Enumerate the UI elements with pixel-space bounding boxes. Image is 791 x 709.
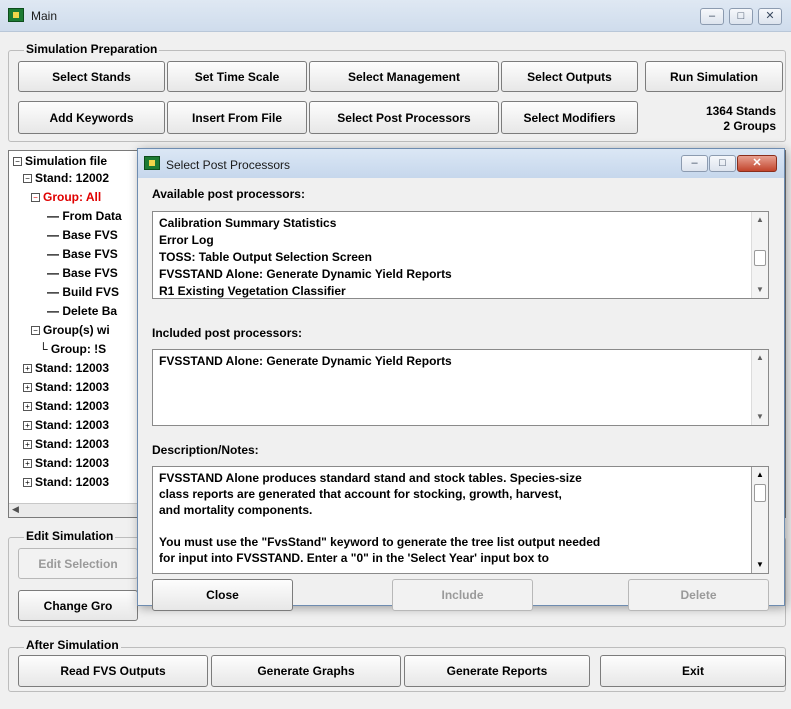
available-post-processors-list[interactable]: Calibration Summary Statistics Error Log… xyxy=(152,211,769,299)
available-list-scrollbar[interactable]: ▲ ▼ xyxy=(751,212,768,298)
dialog-app-icon xyxy=(144,156,160,170)
tree-row-component[interactable]: — From Data xyxy=(47,208,122,225)
maximize-icon[interactable]: □ xyxy=(729,8,753,25)
edit-simulation-label: Edit Simulation xyxy=(24,529,116,543)
window-title: Main xyxy=(31,9,58,23)
collapse-icon[interactable]: − xyxy=(31,326,40,336)
tree-row-group-all[interactable]: − Group: All xyxy=(31,189,101,206)
generate-graphs-button[interactable]: Generate Graphs xyxy=(211,655,401,687)
scroll-up-icon[interactable]: ▲ xyxy=(752,467,768,483)
tree-row-component[interactable]: — Base FVS xyxy=(47,265,118,282)
dialog-title: Select Post Processors xyxy=(166,158,291,172)
expand-icon[interactable]: + xyxy=(23,478,32,488)
list-item[interactable]: FVSSTAND Alone: Generate Dynamic Yield R… xyxy=(159,353,452,370)
tree-row-stand[interactable]: + Stand: 12003 xyxy=(23,360,109,377)
tree-row-stand[interactable]: + Stand: 12003 xyxy=(23,474,109,491)
add-keywords-button[interactable]: Add Keywords xyxy=(18,101,165,134)
run-simulation-button[interactable]: Run Simulation xyxy=(645,61,783,92)
dialog-close-icon[interactable]: ✕ xyxy=(737,155,777,172)
scroll-up-icon[interactable]: ▲ xyxy=(752,350,768,366)
generate-reports-button[interactable]: Generate Reports xyxy=(404,655,590,687)
tree-row-stand[interactable]: + Stand: 12003 xyxy=(23,379,109,396)
list-item[interactable]: Calibration Summary Statistics xyxy=(159,215,336,232)
expand-icon[interactable]: + xyxy=(23,440,32,450)
included-list-scrollbar[interactable]: ▲ ▼ xyxy=(751,350,768,425)
groups-count: 2 Groups xyxy=(723,119,776,133)
expand-icon[interactable]: + xyxy=(23,459,32,469)
expand-icon[interactable]: + xyxy=(23,402,32,412)
tree-row-stand[interactable]: − Stand: 12002 xyxy=(23,170,109,187)
list-item[interactable]: Error Log xyxy=(159,232,214,249)
tree-row-component[interactable]: — Build FVS xyxy=(47,284,119,301)
read-fvs-outputs-button[interactable]: Read FVS Outputs xyxy=(18,655,208,687)
select-outputs-button[interactable]: Select Outputs xyxy=(501,61,638,92)
select-post-processors-dialog: Select Post Processors ‒ □ ✕ Available p… xyxy=(137,148,785,611)
description-line: and mortality components. xyxy=(159,503,313,517)
tree-row-stand[interactable]: + Stand: 12003 xyxy=(23,455,109,472)
select-modifiers-button[interactable]: Select Modifiers xyxy=(501,101,638,134)
select-stands-button[interactable]: Select Stands xyxy=(18,61,165,92)
tree-row-component[interactable]: — Delete Ba xyxy=(47,303,117,320)
scroll-down-icon[interactable]: ▼ xyxy=(752,557,768,573)
description-line: You must use the "FvsStand" keyword to g… xyxy=(159,535,601,549)
expand-icon[interactable]: + xyxy=(23,383,32,393)
scroll-left-icon[interactable]: ◀ xyxy=(12,504,19,515)
tree-row-stand[interactable]: + Stand: 12003 xyxy=(23,436,109,453)
description-line: for input into FVSSTAND. Enter a "0" in … xyxy=(159,551,550,565)
included-post-processors-list[interactable]: FVSSTAND Alone: Generate Dynamic Yield R… xyxy=(152,349,769,426)
change-group-button[interactable]: Change Gro xyxy=(18,590,138,621)
tree-row-group[interactable]: └ Group: !S xyxy=(39,341,106,358)
collapse-icon[interactable]: − xyxy=(31,193,40,203)
edit-selection-button[interactable]: Edit Selection xyxy=(18,548,138,579)
expand-icon[interactable]: + xyxy=(23,364,32,374)
description-notes-label: Description/Notes: xyxy=(152,443,259,457)
description-scrollbar[interactable]: ▲ ▼ xyxy=(751,467,768,573)
simulation-preparation-label: Simulation Preparation xyxy=(24,42,160,56)
scroll-up-icon[interactable]: ▲ xyxy=(752,212,768,228)
set-time-scale-button[interactable]: Set Time Scale xyxy=(167,61,307,92)
list-item[interactable]: TOSS: Table Output Selection Screen xyxy=(159,249,372,266)
tree-row-stand[interactable]: + Stand: 12003 xyxy=(23,398,109,415)
after-simulation-label: After Simulation xyxy=(24,638,121,652)
scroll-thumb[interactable] xyxy=(754,484,766,502)
main-title-bar: Main ‒ □ ✕ xyxy=(0,0,791,32)
select-management-button[interactable]: Select Management xyxy=(309,61,499,92)
dialog-maximize-icon[interactable]: □ xyxy=(709,155,736,172)
available-post-processors-label: Available post processors: xyxy=(152,187,305,201)
description-line: class reports are generated that account… xyxy=(159,487,562,501)
list-item[interactable]: FVSSTAND Alone: Generate Dynamic Yield R… xyxy=(159,266,452,283)
included-post-processors-label: Included post processors: xyxy=(152,326,303,340)
delete-button[interactable]: Delete xyxy=(628,579,769,611)
include-button[interactable]: Include xyxy=(392,579,533,611)
collapse-icon[interactable]: − xyxy=(13,157,22,167)
tree-row-groups-with[interactable]: − Group(s) wi xyxy=(31,322,110,339)
app-icon xyxy=(8,8,24,22)
tree-row-simulation-file[interactable]: − Simulation file xyxy=(13,153,107,170)
minimize-icon[interactable]: ‒ xyxy=(700,8,724,25)
scroll-down-icon[interactable]: ▼ xyxy=(752,409,768,425)
stand-group-counts: 1364 Stands 2 Groups xyxy=(650,104,776,134)
close-button[interactable]: Close xyxy=(152,579,293,611)
description-notes-text[interactable]: FVSSTAND Alone produces standard stand a… xyxy=(152,466,769,574)
close-icon[interactable]: ✕ xyxy=(758,8,782,25)
dialog-minimize-icon[interactable]: ‒ xyxy=(681,155,708,172)
tree-row-component[interactable]: — Base FVS xyxy=(47,227,118,244)
insert-from-file-button[interactable]: Insert From File xyxy=(167,101,307,134)
stands-count: 1364 Stands xyxy=(705,104,776,118)
list-item[interactable]: R1 Existing Vegetation Classifier xyxy=(159,283,346,298)
collapse-icon[interactable]: − xyxy=(23,174,32,184)
select-post-processors-button[interactable]: Select Post Processors xyxy=(309,101,499,134)
exit-button[interactable]: Exit xyxy=(600,655,786,687)
scroll-thumb[interactable] xyxy=(754,250,766,266)
scroll-down-icon[interactable]: ▼ xyxy=(752,282,768,298)
description-line: FVSSTAND Alone produces standard stand a… xyxy=(159,471,582,485)
expand-icon[interactable]: + xyxy=(23,421,32,431)
tree-row-stand[interactable]: + Stand: 12003 xyxy=(23,417,109,434)
tree-row-component[interactable]: — Base FVS xyxy=(47,246,118,263)
dialog-title-bar: Select Post Processors ‒ □ ✕ xyxy=(138,149,784,178)
